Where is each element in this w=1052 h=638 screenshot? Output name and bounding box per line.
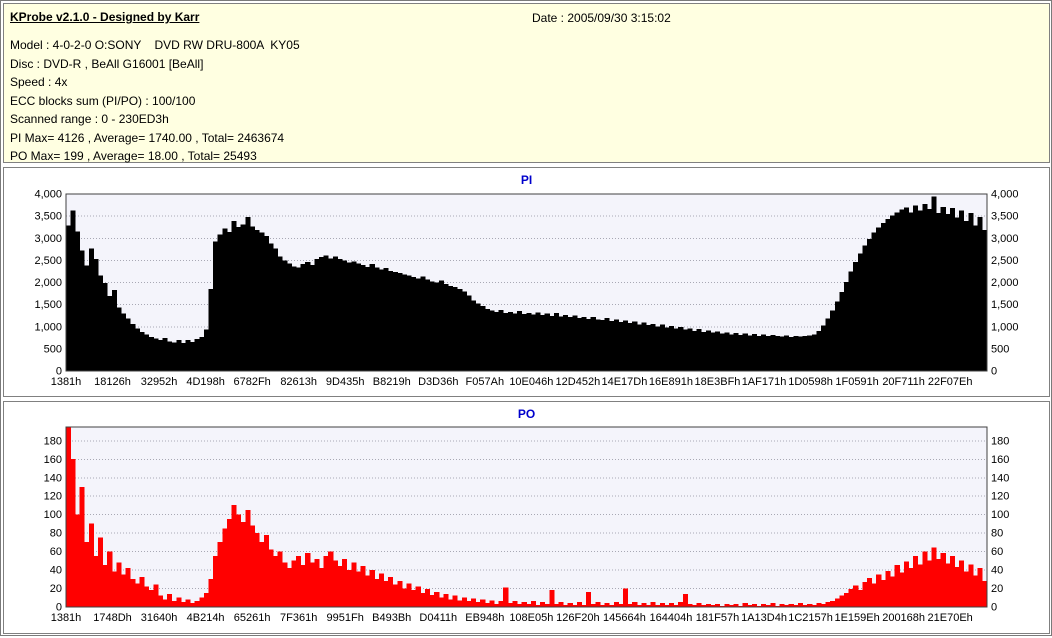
svg-text:200168h: 200168h [882, 612, 925, 624]
svg-text:4,000: 4,000 [34, 189, 62, 201]
svg-text:82613h: 82613h [280, 376, 317, 388]
svg-text:20: 20 [50, 583, 62, 595]
svg-text:20F711h: 20F711h [882, 376, 925, 388]
info-line-range: Scanned range : 0 - 230ED3h [10, 112, 169, 126]
svg-text:1AF171h: 1AF171h [742, 376, 787, 388]
svg-text:1381h: 1381h [51, 376, 82, 388]
svg-text:160: 160 [991, 454, 1009, 466]
svg-text:1A13D4h: 1A13D4h [741, 612, 787, 624]
svg-text:0: 0 [991, 602, 997, 614]
svg-text:120: 120 [44, 491, 62, 503]
info-line-po-stats: PO Max= 199 , Average= 18.00 , Total= 25… [10, 149, 257, 163]
pi-chart-plot: 0 0 500 500 1,000 1,000 1,500 1,500 2,000 2,000 2,… [4, 168, 1049, 396]
svg-text:40: 40 [50, 565, 62, 577]
header-panel: KProbe v2.1.0 - Designed by Karr Date : … [3, 3, 1050, 163]
svg-text:100: 100 [991, 509, 1009, 521]
svg-text:18126h: 18126h [94, 376, 131, 388]
svg-text:181F57h: 181F57h [696, 612, 739, 624]
po-chart-title: PO [517, 407, 536, 421]
po-chart-panel: PO 0 0 20 20 40 40 60 60 80 80 100 100 120 120 140 140 1… [3, 401, 1050, 634]
svg-text:1C2157h: 1C2157h [788, 612, 833, 624]
pi-chart-panel: PI 0 0 500 500 1,000 1,000 1,500 1,500 2,000 2,00… [3, 167, 1050, 397]
svg-text:2,000: 2,000 [34, 277, 62, 289]
svg-text:0: 0 [991, 366, 997, 378]
svg-text:31640h: 31640h [141, 612, 178, 624]
svg-text:3,000: 3,000 [34, 233, 62, 245]
svg-text:126F20h: 126F20h [556, 612, 599, 624]
svg-text:32952h: 32952h [141, 376, 178, 388]
svg-text:160: 160 [44, 454, 62, 466]
svg-text:F057Ah: F057Ah [466, 376, 505, 388]
svg-text:3,000: 3,000 [991, 233, 1019, 245]
svg-text:4D198h: 4D198h [186, 376, 225, 388]
svg-text:40: 40 [991, 565, 1003, 577]
svg-text:9951Fh: 9951Fh [327, 612, 364, 624]
svg-text:60: 60 [991, 546, 1003, 558]
svg-text:18E3BFh: 18E3BFh [695, 376, 741, 388]
svg-text:2,000: 2,000 [991, 277, 1019, 289]
svg-text:12D452h: 12D452h [556, 376, 601, 388]
svg-text:1F0591h: 1F0591h [835, 376, 878, 388]
svg-text:4B214h: 4B214h [187, 612, 225, 624]
svg-text:D0411h: D0411h [419, 612, 457, 624]
svg-text:100: 100 [44, 509, 62, 521]
svg-text:1,500: 1,500 [991, 299, 1019, 311]
svg-text:3,500: 3,500 [34, 211, 62, 223]
svg-text:B8219h: B8219h [373, 376, 411, 388]
svg-text:1D0598h: 1D0598h [788, 376, 833, 388]
svg-text:180: 180 [991, 435, 1009, 447]
svg-text:1,000: 1,000 [34, 321, 62, 333]
svg-text:3,500: 3,500 [991, 211, 1019, 223]
svg-text:140: 140 [44, 472, 62, 484]
app-title: KProbe v2.1.0 - Designed by Karr [10, 10, 200, 24]
info-line-model: Model : 4-0-2-0 O:SONY DVD RW DRU-800A K… [10, 38, 300, 52]
svg-text:1,500: 1,500 [34, 299, 62, 311]
svg-text:D3D36h: D3D36h [418, 376, 458, 388]
svg-text:1E159Eh: 1E159Eh [834, 612, 879, 624]
svg-text:1381h: 1381h [51, 612, 82, 624]
pi-chart-title: PI [520, 173, 533, 187]
info-line-pi-stats: PI Max= 4126 , Average= 1740.00 , Total=… [10, 130, 285, 145]
po-chart-plot: 0 0 20 20 40 40 60 60 80 80 100 100 120 120 140 140 160 1… [4, 402, 1049, 633]
svg-text:120: 120 [991, 491, 1009, 503]
svg-text:1748Dh: 1748Dh [93, 612, 132, 624]
svg-text:7F361h: 7F361h [280, 612, 317, 624]
info-line-disc: Disc : DVD-R , BeAll G16001 [BeAll] [10, 56, 204, 71]
svg-text:10E046h: 10E046h [509, 376, 553, 388]
svg-text:80: 80 [50, 528, 62, 540]
svg-text:108E05h: 108E05h [509, 612, 553, 624]
kprobe-window: KProbe v2.1.0 - Designed by Karr Date : … [0, 0, 1052, 636]
svg-text:500: 500 [991, 343, 1009, 355]
svg-text:80: 80 [991, 528, 1003, 540]
svg-text:145664h: 145664h [603, 612, 646, 624]
svg-text:164404h: 164404h [650, 612, 693, 624]
svg-text:500: 500 [44, 343, 62, 355]
svg-text:60: 60 [50, 546, 62, 558]
info-line-ecc: ECC blocks sum (PI/PO) : 100/100 [10, 93, 196, 108]
svg-text:9D435h: 9D435h [326, 376, 365, 388]
svg-text:2,500: 2,500 [991, 255, 1019, 267]
svg-text:16E891h: 16E891h [649, 376, 693, 388]
svg-text:65261h: 65261h [234, 612, 271, 624]
svg-text:140: 140 [991, 472, 1009, 484]
info-line-speed: Speed : 4x [10, 75, 68, 89]
scan-info-block: Model : 4-0-2-0 O:SONY DVD RW DRU-800A K… [10, 36, 300, 166]
svg-text:14E17Dh: 14E17Dh [601, 376, 647, 388]
svg-text:B493Bh: B493Bh [372, 612, 411, 624]
svg-text:4,000: 4,000 [991, 189, 1019, 201]
scan-date: Date : 2005/09/30 3:15:02 [532, 11, 671, 25]
svg-text:6782Fh: 6782Fh [233, 376, 270, 388]
svg-text:1,000: 1,000 [991, 321, 1019, 333]
svg-text:22F07Eh: 22F07Eh [928, 376, 973, 388]
svg-text:21E70Eh: 21E70Eh [928, 612, 973, 624]
svg-text:20: 20 [991, 583, 1003, 595]
svg-text:EB948h: EB948h [465, 612, 504, 624]
svg-text:2,500: 2,500 [34, 255, 62, 267]
svg-text:180: 180 [44, 435, 62, 447]
